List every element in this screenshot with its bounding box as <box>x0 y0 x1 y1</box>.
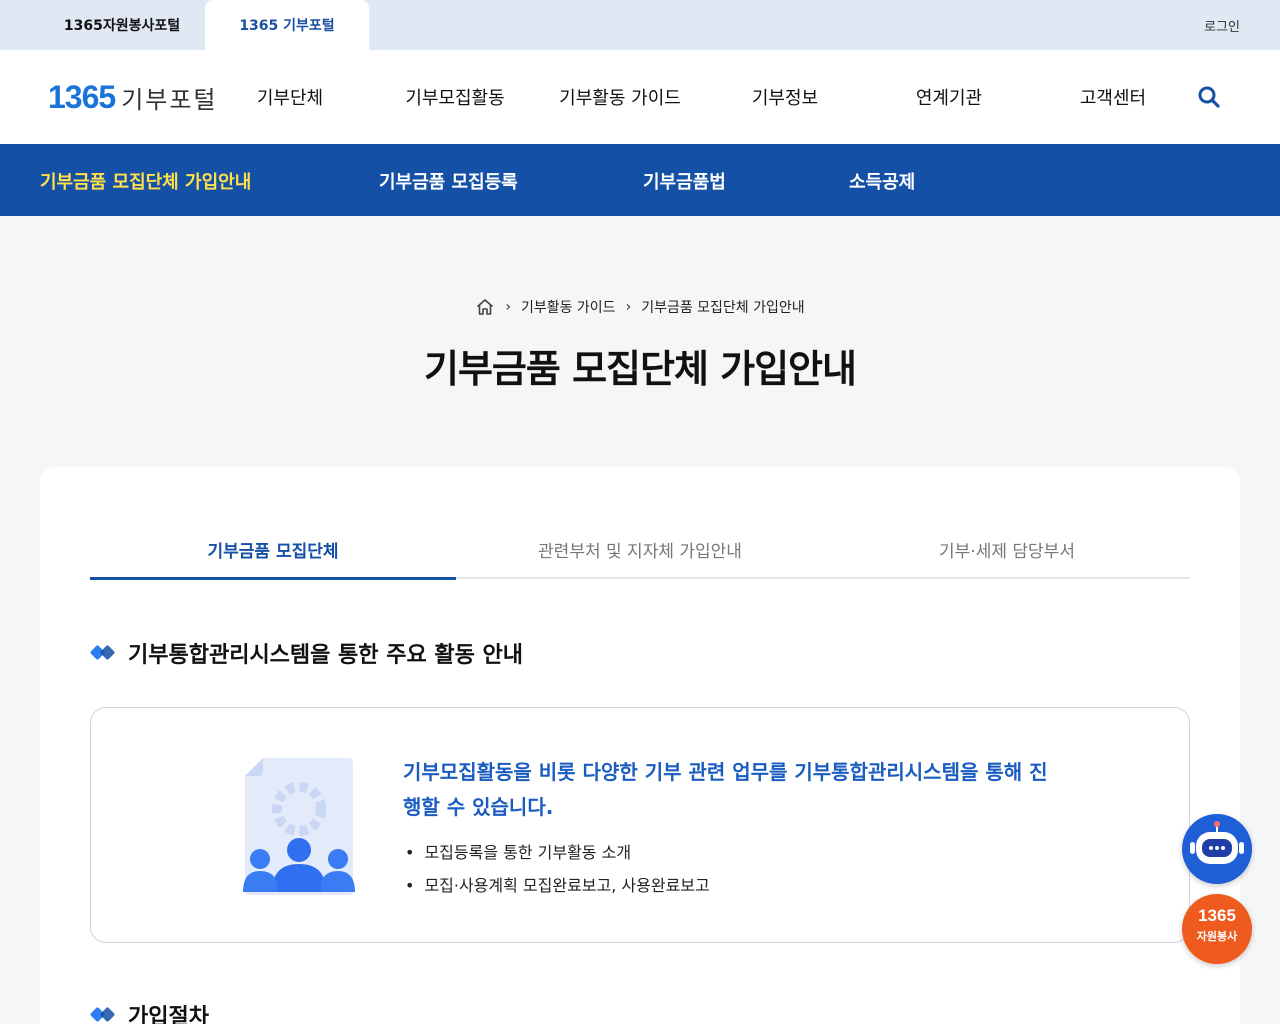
tab-tax-departments[interactable]: 기부·세제 담당부서 <box>824 537 1190 579</box>
volunteer-label: 자원봉사 <box>1196 930 1238 943</box>
organization-document-icon <box>243 758 355 895</box>
subnav-item-join-guide[interactable]: 기부금품 모집단체 가입안내 <box>40 168 251 194</box>
content-tabs: 기부금품 모집단체 관련부처 및 지자체 가입안내 기부·세제 담당부서 <box>90 537 1190 580</box>
breadcrumb-item-current: 기부금품 모집단체 가입안내 <box>641 300 805 316</box>
logo-text: 기부포털 <box>121 85 218 114</box>
search-button[interactable] <box>1196 84 1222 110</box>
subnav-item-registration[interactable]: 기부금품 모집등록 <box>379 168 518 194</box>
tab-ministry-join-guide[interactable]: 관련부처 및 지자체 가입안내 <box>457 537 823 579</box>
info-bullet-list: 모집등록을 통한 기부활동 소개 모집·사용계획 모집완료보고, 사용완료보고 <box>403 836 710 902</box>
site-tab-volunteer[interactable]: 1365자원봉사포털 <box>40 0 204 50</box>
gnb-item-info[interactable]: 기부정보 <box>703 84 867 110</box>
gnb-item-organizations[interactable]: 기부단체 <box>208 84 372 110</box>
sub-navigation: 기부금품 모집단체 가입안내 기부금품 모집등록 기부금품법 소득공제 <box>0 144 1280 216</box>
tab-donation-organizations[interactable]: 기부금품 모집단체 <box>90 537 456 580</box>
gnb-item-partners[interactable]: 연계기관 <box>867 84 1031 110</box>
site-logo[interactable]: 1365 기부포털 <box>48 78 218 115</box>
diamond-bullet-icon <box>89 644 118 661</box>
gnb-item-guide[interactable]: 기부활동 가이드 <box>538 84 702 110</box>
chatbot-button[interactable] <box>1182 814 1252 884</box>
subnav-item-law[interactable]: 기부금품법 <box>643 168 726 194</box>
content-card: 기부금품 모집단체 관련부처 및 지자체 가입안내 기부·세제 담당부서 기부통… <box>40 467 1240 1024</box>
breadcrumb-item-guide[interactable]: 기부활동 가이드 <box>521 297 616 317</box>
info-box: 기부모집활동을 비롯 다양한 기부 관련 업무를 기부통합관리시스템을 통해 진… <box>90 707 1190 943</box>
chatbot-icon <box>1190 821 1244 864</box>
subnav-item-tax-deduction[interactable]: 소득공제 <box>849 168 915 194</box>
breadcrumb: › 기부활동 가이드 › 기부금품 모집단체 가입안내 <box>0 297 1280 317</box>
section-title-text: 기부통합관리시스템을 통한 주요 활동 안내 <box>128 643 523 668</box>
site-tab-donation[interactable]: 1365 기부포털 <box>205 0 369 50</box>
diamond-bullet-icon <box>89 1006 118 1023</box>
section-title-activities: 기부통합관리시스템을 통한 주요 활동 안내 <box>89 637 523 669</box>
gnb-item-campaigns[interactable]: 기부모집활동 <box>373 84 537 110</box>
logo-number: 1365 <box>48 78 116 115</box>
volunteer-number: 1365 <box>1198 906 1236 925</box>
main-header: 1365 기부포털 기부단체 기부모집활동 기부활동 가이드 기부정보 연계기관… <box>0 50 1280 144</box>
info-headline: 기부모집활동을 비롯 다양한 기부 관련 업무를 기부통합관리시스템을 통해 진… <box>403 760 1048 819</box>
chevron-right-icon: › <box>625 299 632 315</box>
search-icon <box>1198 86 1220 108</box>
login-link[interactable]: 로그인 <box>1204 16 1240 35</box>
top-utility-bar: 1365자원봉사포털 1365 기부포털 로그인 <box>0 0 1280 50</box>
list-item: 모집·사용계획 모집완료보고, 사용완료보고 <box>403 869 709 902</box>
gnb-item-support[interactable]: 고객센터 <box>1031 84 1195 110</box>
section-title-procedure: 가입절차 <box>89 999 209 1024</box>
list-item: 모집등록을 통한 기부활동 소개 <box>403 836 710 869</box>
home-icon[interactable] <box>475 297 495 317</box>
section-title-text: 가입절차 <box>128 1005 209 1024</box>
chevron-right-icon: › <box>505 299 511 315</box>
page-title: 기부금품 모집단체 가입안내 <box>424 347 857 391</box>
volunteer-portal-button[interactable]: 1365 자원봉사 <box>1182 894 1252 964</box>
